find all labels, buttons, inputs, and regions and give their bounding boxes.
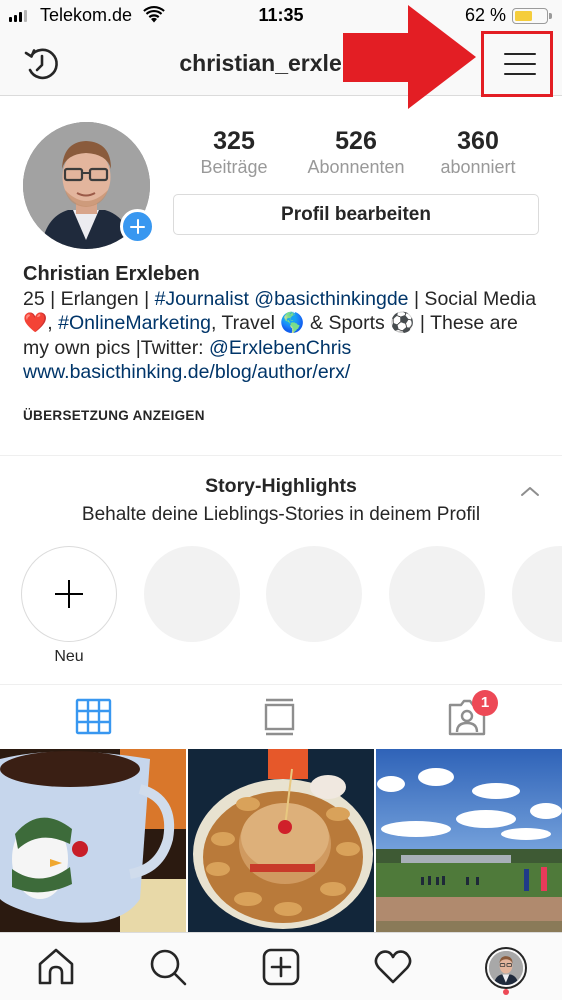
bio-text-segment: , Travel [210, 312, 281, 334]
annotation-arrow [343, 5, 476, 109]
nav-new-post[interactable] [261, 947, 301, 987]
highlight-placeholder [512, 546, 562, 642]
add-story-button[interactable] [120, 209, 155, 244]
bio-text-segment: | Social Media [408, 287, 537, 310]
chevron-up-icon[interactable] [519, 484, 541, 498]
bio-text: 25 | Erlangen | #Journalist @basicthinki… [23, 287, 548, 361]
highlight-placeholder [144, 546, 240, 642]
profile-stats: 325 Beiträge 526 Abonnenten 360 abonnier… [173, 126, 539, 178]
profile-website-link[interactable]: www.basicthinking.de/blog/author/erx/ [23, 360, 548, 385]
carrier-name: Telekom.de [40, 5, 133, 25]
heart-icon [374, 950, 412, 984]
nav-activity[interactable] [373, 947, 413, 987]
battery-level [515, 11, 533, 21]
battery-icon [512, 8, 552, 24]
bottom-navigation [0, 932, 562, 1000]
hashtag-link-journalist[interactable]: #Journalist [155, 288, 249, 310]
profile-bio: Christian Erxleben 25 | Erlangen | #Jour… [23, 262, 548, 385]
stat-following[interactable]: 360 abonniert [417, 126, 539, 178]
post-grid [0, 749, 562, 932]
nav-home[interactable] [36, 947, 76, 987]
wifi-icon [143, 6, 165, 23]
tagged-notification-badge: 1 [472, 690, 498, 716]
heart-emoji: ❤️ [23, 312, 48, 334]
stat-posts-label: Beiträge [200, 157, 268, 177]
highlight-placeholder [266, 546, 362, 642]
home-icon [38, 948, 74, 985]
bio-text-segment: & Sports [304, 312, 391, 334]
show-translation-button[interactable]: ÜBERSETZUNG ANZEIGEN [23, 408, 205, 423]
profile-notification-dot [503, 989, 509, 995]
annotation-highlight-box [481, 31, 553, 97]
highlights-subtitle: Behalte deine Lieblings-Stories in deine… [81, 504, 481, 525]
nav-profile[interactable] [485, 947, 527, 989]
profile-avatar-small [489, 951, 523, 985]
edit-profile-button[interactable]: Profil bearbeiten [173, 194, 539, 235]
profile-full-name: Christian Erxleben [23, 263, 200, 285]
new-highlight-button[interactable] [21, 546, 117, 642]
tab-feed[interactable] [260, 697, 300, 737]
add-post-icon [262, 948, 300, 986]
clock-time: 11:35 [258, 5, 304, 25]
search-icon [150, 949, 187, 986]
highlights-title: Story-Highlights [205, 475, 357, 497]
grid-icon [75, 698, 112, 735]
stat-followers[interactable]: 526 Abonnenten [295, 126, 417, 178]
globe-emoji: 🌎 [280, 312, 305, 334]
mention-link-basicthinkingde[interactable]: @basicthinkingde [254, 288, 408, 310]
bio-text-segment: , [47, 312, 59, 334]
highlight-placeholder [389, 546, 485, 642]
new-highlight-label: Neu [54, 648, 84, 665]
feed-icon [264, 698, 295, 736]
stat-following-label: abonniert [440, 157, 516, 177]
post-thumbnail[interactable] [188, 749, 374, 932]
signal-strength-icon [9, 10, 27, 22]
mention-link-twitter[interactable]: @ErxlebenChris [209, 337, 351, 359]
nav-search[interactable] [148, 947, 188, 987]
stat-followers-count: 526 [335, 127, 377, 155]
hashtag-link-onlinemarketing[interactable]: #OnlineMarketing [58, 312, 211, 334]
tab-grid[interactable] [74, 697, 114, 737]
stat-posts[interactable]: 325 Beiträge [173, 126, 295, 178]
post-thumbnail[interactable] [0, 749, 186, 932]
stat-posts-count: 325 [213, 127, 255, 155]
soccer-ball-emoji: ⚽ [390, 312, 415, 334]
stat-following-count: 360 [457, 127, 499, 155]
stat-followers-label: Abonnenten [307, 157, 405, 177]
post-thumbnail[interactable] [376, 749, 562, 932]
section-divider [0, 455, 562, 456]
bio-text-segment: 25 | Erlangen | [23, 287, 155, 310]
